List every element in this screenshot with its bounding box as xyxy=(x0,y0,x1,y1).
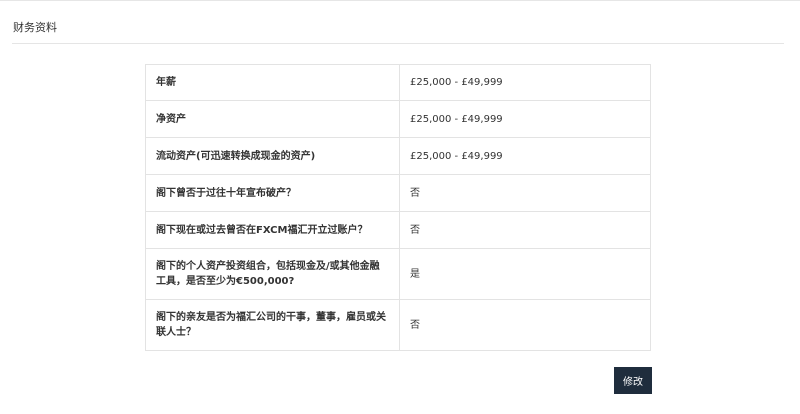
table-row-existing-account: 阁下现在或过去曾否在FXCM福汇开立过账户？ 否 xyxy=(145,211,651,249)
row-label: 阁下的个人资产投资组合，包括现金及/或其他金融工具，是否至少为€500,000? xyxy=(145,248,400,300)
table-row-net-assets: 净资产 £25,000 - £49,999 xyxy=(145,100,651,138)
table-row-annual-salary: 年薪 £25,000 - £49,999 xyxy=(145,64,651,101)
section-title: 财务资料 xyxy=(13,21,57,34)
row-value: 是 xyxy=(399,248,651,300)
table-row-related-person: 阁下的亲友是否为福汇公司的干事，董事，雇员或关联人士？ 否 xyxy=(145,299,651,351)
row-label: 阁下现在或过去曾否在FXCM福汇开立过账户？ xyxy=(145,211,400,249)
table-row-bankruptcy: 阁下曾否于过往十年宣布破产？ 否 xyxy=(145,174,651,212)
row-value: £25,000 - £49,999 xyxy=(399,64,651,101)
financial-info-page: 财务资料 年薪 £25,000 - £49,999 净资产 £25,000 - … xyxy=(0,0,800,414)
edit-button[interactable]: 修改 xyxy=(614,367,652,394)
title-divider xyxy=(12,43,784,44)
row-value: £25,000 - £49,999 xyxy=(399,137,651,175)
row-label: 年薪 xyxy=(145,64,400,101)
table-row-portfolio: 阁下的个人资产投资组合，包括现金及/或其他金融工具，是否至少为€500,000?… xyxy=(145,248,651,300)
financial-info-table: 年薪 £25,000 - £49,999 净资产 £25,000 - £49,9… xyxy=(145,64,651,351)
row-label: 阁下的亲友是否为福汇公司的干事，董事，雇员或关联人士？ xyxy=(145,299,400,351)
row-label: 阁下曾否于过往十年宣布破产？ xyxy=(145,174,400,212)
row-label: 净资产 xyxy=(145,100,400,138)
row-label: 流动资产(可迅速转换成现金的资产) xyxy=(145,137,400,175)
row-value: 否 xyxy=(399,299,651,351)
row-value: 否 xyxy=(399,211,651,249)
row-value: £25,000 - £49,999 xyxy=(399,100,651,138)
row-value: 否 xyxy=(399,174,651,212)
table-row-liquid-assets: 流动资产(可迅速转换成现金的资产) £25,000 - £49,999 xyxy=(145,137,651,175)
